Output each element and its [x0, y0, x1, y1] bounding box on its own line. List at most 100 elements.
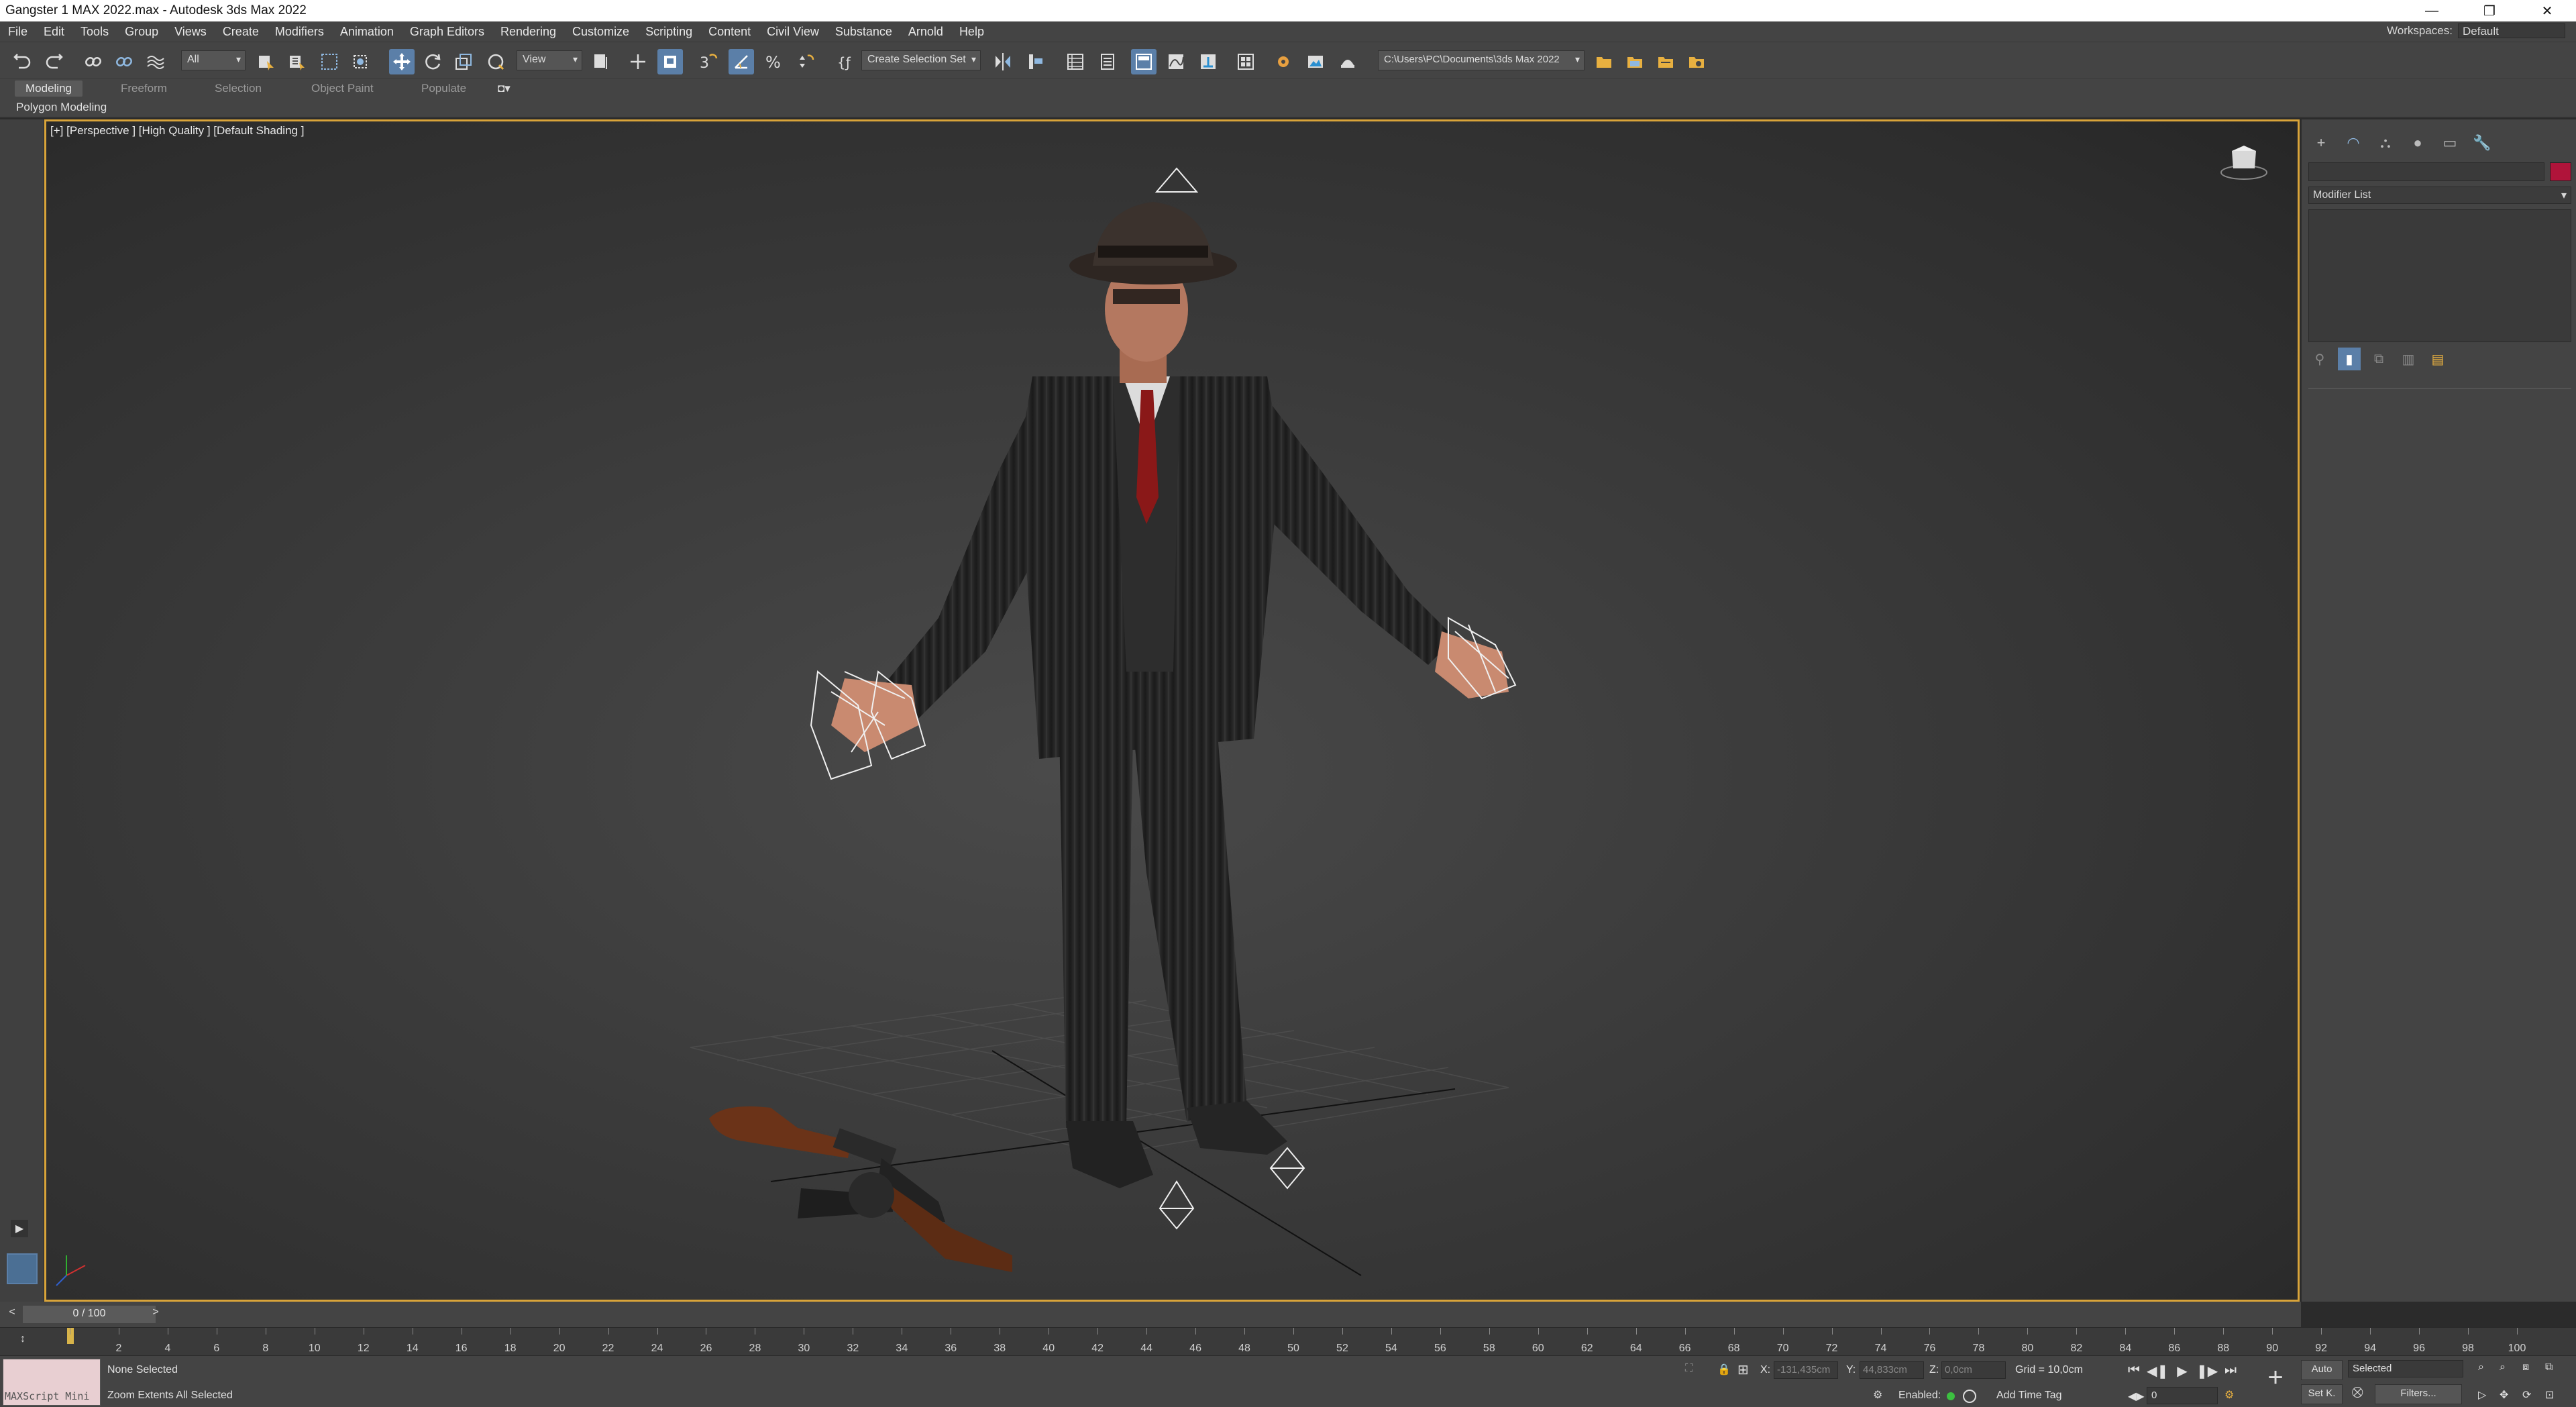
- configure-modifier-sets-icon[interactable]: ▤: [2426, 348, 2449, 370]
- mini-curve-editor-icon[interactable]: ↕: [20, 1333, 25, 1345]
- maximize-viewport-icon[interactable]: ⊡: [2545, 1388, 2554, 1402]
- window-crossing-icon[interactable]: [347, 49, 373, 74]
- field-of-view-icon[interactable]: ▷: [2478, 1388, 2486, 1402]
- pivot-center-icon[interactable]: [589, 49, 614, 74]
- link-icon[interactable]: [80, 49, 106, 74]
- keyboard-shortcut-override-icon[interactable]: [657, 49, 683, 74]
- isolate-selection-icon[interactable]: ⛶: [1685, 1363, 1693, 1375]
- undo-icon[interactable]: [9, 49, 35, 74]
- reference-coordinate-dropdown[interactable]: View: [517, 50, 582, 70]
- menu-content[interactable]: Content: [700, 25, 759, 39]
- adaptive-degradation-icon[interactable]: ⚙: [1873, 1388, 1882, 1402]
- folder-settings-icon[interactable]: [1684, 49, 1709, 74]
- bind-space-warp-icon[interactable]: [142, 49, 168, 74]
- set-key-button[interactable]: Set K.: [2301, 1384, 2343, 1404]
- menu-civil-view[interactable]: Civil View: [759, 25, 827, 39]
- key-filter-icon[interactable]: ⛒: [2352, 1387, 2363, 1399]
- menu-group[interactable]: Group: [117, 25, 166, 39]
- make-unique-icon[interactable]: ⧉: [2367, 348, 2390, 370]
- material-editor-icon[interactable]: [1233, 49, 1258, 74]
- folder-tree-icon[interactable]: [1653, 49, 1678, 74]
- object-color-swatch[interactable]: [2550, 162, 2571, 181]
- mirror-icon[interactable]: [990, 49, 1016, 74]
- menu-rendering[interactable]: Rendering: [492, 25, 564, 39]
- utilities-tab-icon[interactable]: 🔧: [2469, 130, 2495, 156]
- auto-key-button[interactable]: Auto: [2301, 1360, 2343, 1380]
- angle-snap-icon[interactable]: [729, 49, 754, 74]
- current-frame-field[interactable]: 0: [2147, 1387, 2218, 1404]
- time-config-arrows-icon[interactable]: ◀▶: [2128, 1390, 2145, 1403]
- tab-populate[interactable]: Populate: [411, 81, 477, 97]
- previous-frame-icon[interactable]: ◀❚: [2147, 1363, 2168, 1383]
- edit-named-selection-icon[interactable]: {ƒ: [832, 49, 857, 74]
- orbit-icon[interactable]: ⟳: [2522, 1388, 2531, 1402]
- motion-tab-icon[interactable]: ●: [2405, 130, 2430, 156]
- select-by-name-icon[interactable]: [284, 49, 310, 74]
- track-bar[interactable]: ↕ 2 4 6 8 10 12 14 16 18 20 22 24 26 28 30 32 34 36 38 40 42…: [0, 1327, 2576, 1355]
- toggle-ribbon-icon[interactable]: [1131, 49, 1157, 74]
- tab-freeform[interactable]: Freeform: [110, 81, 178, 97]
- modifier-list-dropdown[interactable]: Modifier List: [2308, 187, 2571, 204]
- menu-help[interactable]: Help: [951, 25, 992, 39]
- go-to-end-icon[interactable]: ⏭: [2220, 1363, 2241, 1383]
- workspaces-dropdown[interactable]: Default: [2458, 23, 2565, 38]
- maxscript-listener[interactable]: MAXScript Mini: [3, 1359, 101, 1406]
- hierarchy-tab-icon[interactable]: ⛬: [2373, 130, 2398, 156]
- redo-icon[interactable]: [42, 49, 67, 74]
- zoom-extents-icon[interactable]: ⧈: [2522, 1361, 2529, 1373]
- select-and-move-icon[interactable]: [389, 49, 415, 74]
- select-and-scale-icon[interactable]: [451, 49, 476, 74]
- play-icon[interactable]: ▶: [2172, 1363, 2192, 1383]
- zoom-all-icon[interactable]: ⌕: [2500, 1361, 2506, 1373]
- menu-customize[interactable]: Customize: [564, 25, 637, 39]
- snaps-toggle-icon[interactable]: 3: [695, 49, 720, 74]
- display-tab-icon[interactable]: ▭: [2437, 130, 2463, 156]
- project-folder-icon[interactable]: [1591, 49, 1617, 74]
- set-key-big-icon[interactable]: +: [2261, 1363, 2290, 1392]
- tab-object-paint[interactable]: Object Paint: [301, 81, 384, 97]
- menu-animation[interactable]: Animation: [332, 25, 402, 39]
- time-slider-prev[interactable]: <: [5, 1306, 19, 1322]
- current-frame-cursor[interactable]: [67, 1328, 74, 1344]
- viewport-layout-icon[interactable]: [7, 1253, 38, 1284]
- key-mode-dropdown[interactable]: Selected: [2348, 1360, 2463, 1377]
- selection-lock-icon[interactable]: 🔒: [1717, 1363, 1731, 1376]
- align-icon[interactable]: [1022, 49, 1048, 74]
- schematic-view-icon[interactable]: [1195, 49, 1221, 74]
- time-tag-toggle-icon[interactable]: [1963, 1390, 1976, 1403]
- project-path-dropdown[interactable]: C:\Users\PC\Documents\3ds Max 2022: [1378, 50, 1585, 70]
- toggle-layer-explorer-icon[interactable]: [1095, 49, 1120, 74]
- menu-file[interactable]: File: [0, 25, 36, 39]
- ribbon-options-icon[interactable]: ◘▾: [494, 81, 515, 97]
- minimize-button[interactable]: —: [2403, 0, 2461, 21]
- filters-button[interactable]: Filters...: [2375, 1384, 2462, 1404]
- time-configuration-icon[interactable]: ⚙: [2224, 1388, 2234, 1402]
- menu-graph-editors[interactable]: Graph Editors: [402, 25, 492, 39]
- select-and-place-icon[interactable]: [483, 49, 508, 74]
- menu-modifiers[interactable]: Modifiers: [267, 25, 332, 39]
- menu-views[interactable]: Views: [166, 25, 215, 39]
- modify-tab-icon[interactable]: ◠: [2341, 130, 2366, 156]
- enabled-indicator-icon[interactable]: [1947, 1392, 1955, 1400]
- close-button[interactable]: ✕: [2518, 0, 2576, 21]
- selection-filter-dropdown[interactable]: All: [181, 50, 246, 70]
- absolute-mode-icon[interactable]: ⊞: [1737, 1361, 1749, 1378]
- rectangular-selection-icon[interactable]: [317, 49, 342, 74]
- menu-arnold[interactable]: Arnold: [900, 25, 951, 39]
- expand-layout-icon[interactable]: ▶: [11, 1220, 28, 1237]
- selection-set-dropdown[interactable]: Create Selection Set: [861, 50, 981, 70]
- rendered-frame-window-icon[interactable]: [1303, 49, 1328, 74]
- menu-tools[interactable]: Tools: [72, 25, 117, 39]
- percent-snap-icon[interactable]: %: [761, 49, 786, 74]
- create-tab-icon[interactable]: +: [2308, 130, 2334, 156]
- tab-selection[interactable]: Selection: [204, 81, 272, 97]
- object-name-field[interactable]: [2308, 162, 2544, 181]
- remove-modifier-icon[interactable]: ▥: [2397, 348, 2420, 370]
- go-to-start-icon[interactable]: ⏮: [2124, 1363, 2144, 1383]
- restore-button[interactable]: ❐: [2461, 0, 2518, 21]
- show-end-result-icon[interactable]: ▮: [2338, 348, 2361, 370]
- open-folder-icon[interactable]: [1622, 49, 1648, 74]
- render-production-icon[interactable]: [1335, 49, 1360, 74]
- menu-edit[interactable]: Edit: [36, 25, 72, 39]
- time-slider-next[interactable]: >: [149, 1306, 162, 1322]
